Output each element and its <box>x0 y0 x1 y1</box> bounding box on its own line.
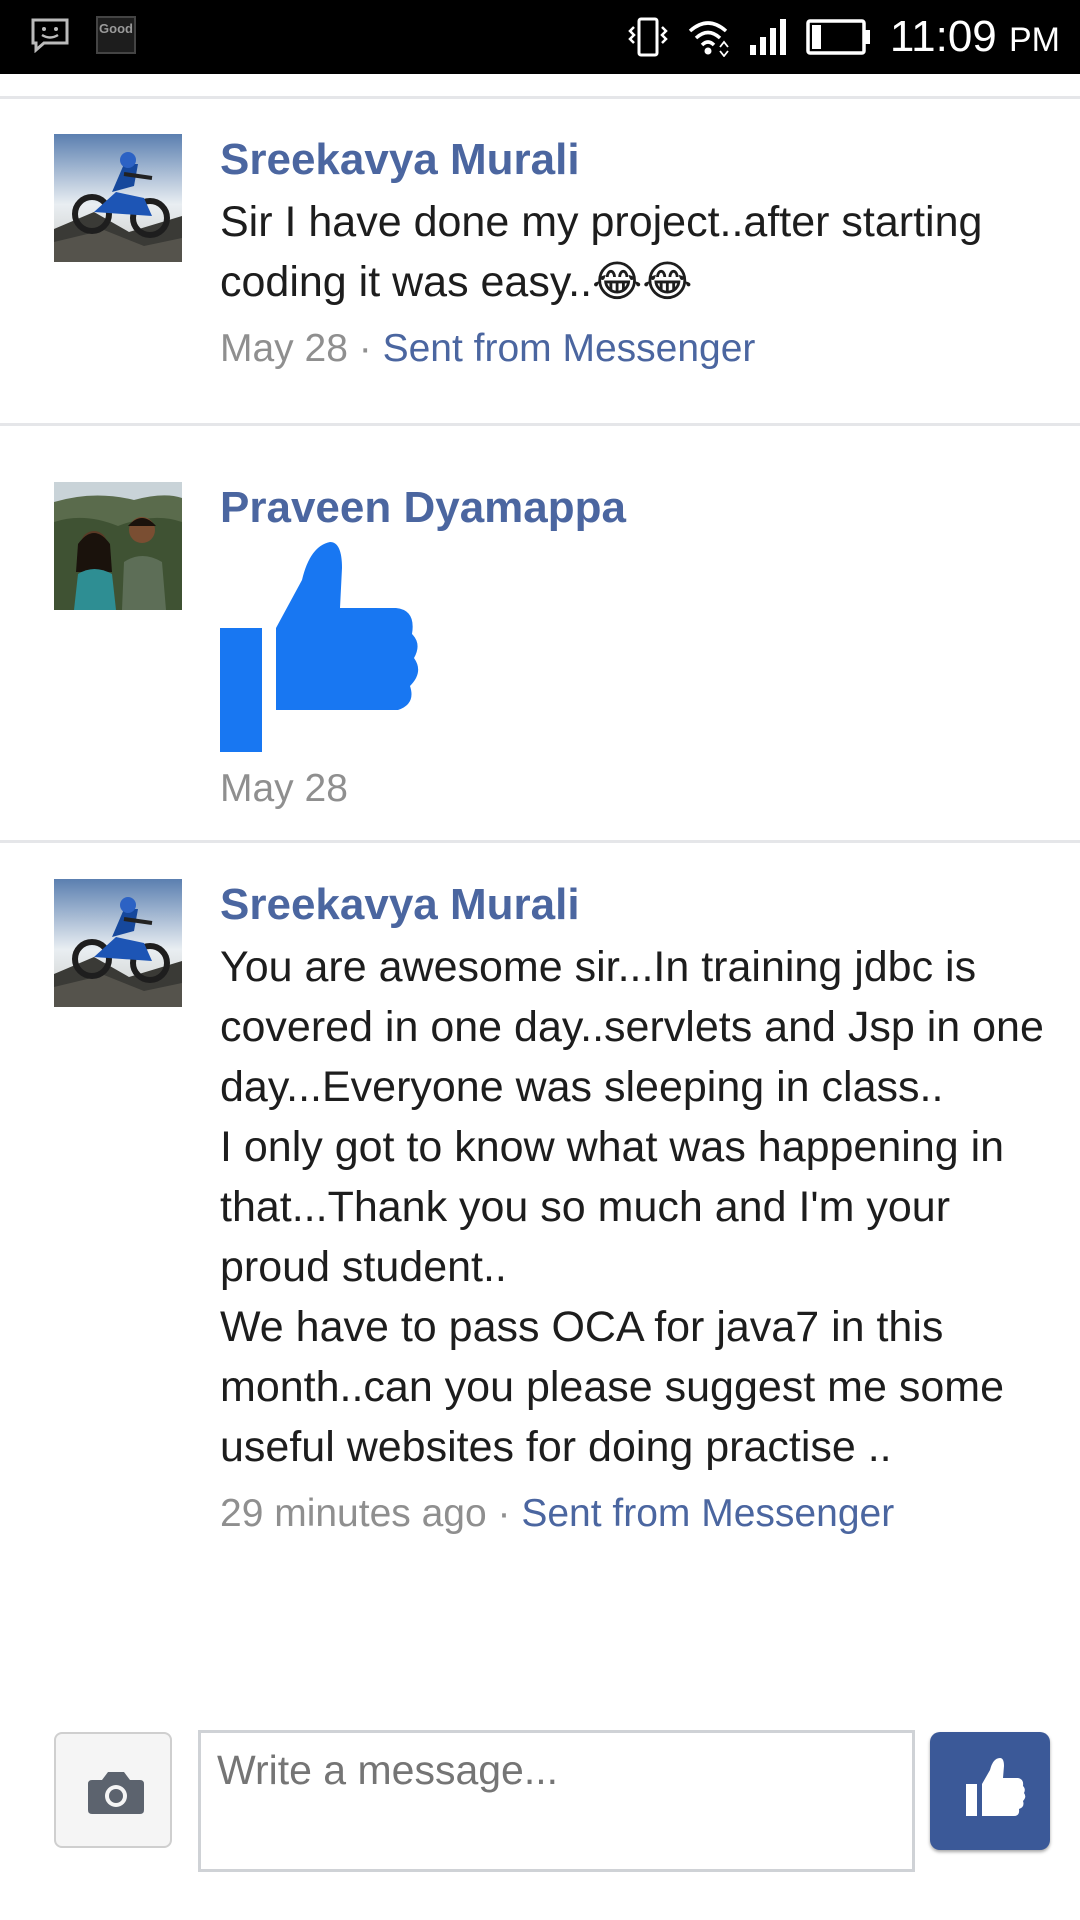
message-date: May 28 <box>220 767 348 810</box>
clock-ampm: PM <box>1009 21 1060 59</box>
camera-icon <box>88 1772 144 1814</box>
meta-separator: · <box>347 327 383 370</box>
good-label: Good <box>99 21 133 36</box>
sender-name[interactable]: Sreekavya Murali <box>220 134 1060 186</box>
motocross-photo-icon <box>54 134 182 262</box>
clock-time: 11:09 <box>889 12 997 61</box>
wifi-icon <box>688 21 729 57</box>
message-content: Sreekavya Murali Sir I have done my proj… <box>220 134 1060 374</box>
sender-name[interactable]: Sreekavya Murali <box>220 879 1060 931</box>
motocross-photo-icon <box>54 879 182 1007</box>
message-divider <box>0 423 1080 426</box>
clock: 11:09 PM <box>890 12 1060 62</box>
top-divider <box>0 96 1080 99</box>
battery-icon <box>806 19 870 55</box>
message-divider <box>0 840 1080 843</box>
message-meta: May 28 <box>220 764 1060 814</box>
avatar[interactable] <box>54 879 182 1007</box>
message-content: Sreekavya Murali You are awesome sir...I… <box>220 879 1060 1539</box>
avatar[interactable] <box>54 134 182 262</box>
message-text: You are awesome sir...In training jdbc i… <box>220 943 1044 1471</box>
couple-photo-icon <box>54 482 182 610</box>
vibrate-icon <box>628 17 668 57</box>
message-date: 29 minutes ago <box>220 1492 487 1535</box>
message-input[interactable] <box>198 1730 915 1872</box>
message-date: May 28 <box>220 327 348 370</box>
thumbs-up-sticker[interactable] <box>220 540 420 752</box>
message-text: Sir I have done my project..after starti… <box>220 198 983 306</box>
message-meta: 29 minutes ago · Sent from Messenger <box>220 1489 1060 1539</box>
like-button[interactable] <box>930 1732 1050 1850</box>
sent-from-messenger-link[interactable]: Sent from Messenger <box>383 327 756 370</box>
thumbs-up-icon <box>966 1758 1026 1816</box>
status-bar: Good 11:09 PM <box>0 0 1080 74</box>
message-content: Praveen Dyamappa May 28 <box>220 482 1060 814</box>
sent-from-messenger-link[interactable]: Sent from Messenger <box>521 1492 894 1535</box>
messenger-notification-icon <box>31 18 69 53</box>
camera-button[interactable] <box>54 1732 172 1848</box>
message-meta: May 28 · Sent from Messenger <box>220 324 1060 374</box>
meta-separator: · <box>486 1492 522 1535</box>
signal-icon <box>749 19 786 55</box>
sender-name[interactable]: Praveen Dyamappa <box>220 482 1060 534</box>
good-app-icon: Good <box>96 16 136 54</box>
avatar[interactable] <box>54 482 182 610</box>
